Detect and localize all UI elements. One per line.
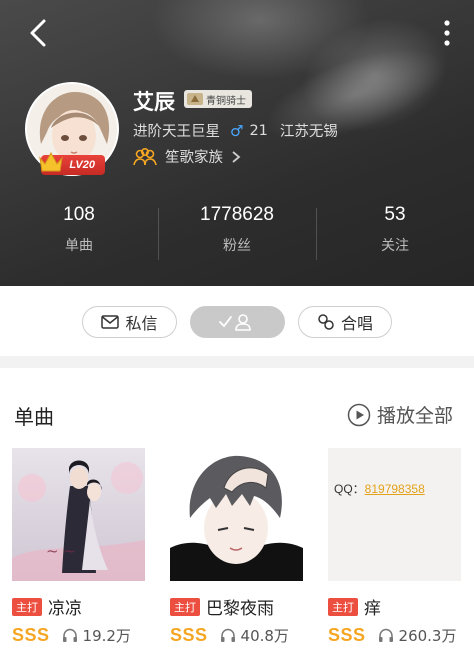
duet-icon <box>318 314 334 330</box>
svg-text:~ ~: ~ ~ <box>46 542 76 560</box>
age: 21 <box>249 122 268 139</box>
song-title-row: 主打 凉凉 <box>12 594 82 619</box>
crown-icon <box>39 151 63 172</box>
duet-button[interactable]: 合唱 <box>298 306 392 338</box>
song-title-row: 主打 巴黎夜雨 <box>170 594 274 619</box>
song-card[interactable]: QQ：819798358 主打 痒 SSS 260.3万 <box>328 448 461 645</box>
back-arrow-icon[interactable] <box>22 16 56 50</box>
stat-value: 53 <box>384 204 406 225</box>
followed-button[interactable] <box>190 306 285 338</box>
headphones-icon <box>220 628 235 642</box>
play-count: 40.8万 <box>220 625 289 646</box>
stat-songs[interactable]: 108 单曲 <box>0 204 158 264</box>
more-options-icon[interactable] <box>436 18 458 48</box>
stat-fans[interactable]: 1778628 粉丝 <box>158 204 316 264</box>
song-name[interactable]: 巴黎夜雨 <box>206 594 274 619</box>
qq-label: QQ： <box>334 482 365 496</box>
section-divider <box>0 356 474 368</box>
stat-label: 粉丝 <box>223 238 251 254</box>
featured-tag: 主打 <box>170 597 200 616</box>
family-group-icon <box>133 147 157 165</box>
headphones-icon <box>378 628 393 642</box>
song-cover[interactable]: ~ ~ <box>12 448 145 581</box>
male-gender-icon: ♂ <box>230 121 244 140</box>
song-grade: SSS <box>170 625 208 645</box>
play-all-button[interactable]: 播放全部 <box>347 401 453 428</box>
stat-label: 关注 <box>381 238 409 254</box>
song-card[interactable]: ~ ~ 主打 凉凉 SSS 19.2万 <box>12 448 145 645</box>
chevron-right-icon <box>232 150 241 163</box>
username: 艾辰 <box>133 90 175 114</box>
stat-value: 108 <box>63 204 95 225</box>
stat-following[interactable]: 53 关注 <box>316 204 474 264</box>
stat-value: 1778628 <box>200 204 274 225</box>
cover-art-anime-boy <box>170 448 303 581</box>
song-cover[interactable]: QQ：819798358 <box>328 448 461 581</box>
qq-number: 819798358 <box>364 482 425 496</box>
message-button[interactable]: 私信 <box>82 306 177 338</box>
song-name[interactable]: 凉凉 <box>48 594 82 619</box>
location: 江苏无锡 <box>279 124 338 140</box>
stat-label: 单曲 <box>65 238 93 254</box>
featured-tag: 主打 <box>12 597 42 616</box>
play-count-value: 40.8万 <box>240 627 289 645</box>
song-title-row: 主打 痒 <box>328 594 381 619</box>
headphones-icon <box>62 628 77 642</box>
cover-art-drama: ~ ~ <box>12 448 145 581</box>
song-cover[interactable] <box>170 448 303 581</box>
message-button-label: 私信 <box>125 314 158 333</box>
songs-section-title: 单曲 <box>14 405 54 429</box>
song-grade: SSS <box>328 625 366 645</box>
title-badge-label: 青铜骑士 <box>206 95 246 107</box>
play-count-value: 260.3万 <box>398 627 457 645</box>
title-badge[interactable]: 青铜骑士 <box>184 90 252 108</box>
stats-bar: 108 单曲 1778628 粉丝 53 关注 <box>0 204 474 264</box>
duet-button-label: 合唱 <box>340 314 373 333</box>
envelope-icon <box>101 315 120 329</box>
profile-meta: 进阶天王巨星 ♂ 21 江苏无锡 <box>133 120 338 141</box>
action-bar: 私信 合唱 <box>0 286 474 356</box>
play-count-value: 19.2万 <box>82 627 131 645</box>
profile-header: LV20 艾辰 青铜骑士 进阶天王巨星 ♂ 21 江苏无锡 笙歌家族 108 单… <box>0 0 474 286</box>
song-card[interactable]: 主打 巴黎夜雨 SSS 40.8万 <box>170 448 303 645</box>
play-circle-icon <box>347 403 371 426</box>
followed-check-user-icon <box>218 314 251 331</box>
play-count: 260.3万 <box>378 625 457 646</box>
play-count: 19.2万 <box>62 625 131 646</box>
featured-tag: 主打 <box>328 597 358 616</box>
family-name: 笙歌家族 <box>165 150 223 166</box>
play-all-label: 播放全部 <box>377 405 454 427</box>
family-link[interactable]: 笙歌家族 <box>133 146 241 167</box>
knight-badge-icon <box>187 93 203 105</box>
song-info-row: SSS 19.2万 <box>12 625 131 646</box>
song-info-row: SSS 40.8万 <box>170 625 289 646</box>
song-info-row: SSS 260.3万 <box>328 625 456 646</box>
cover-qq-text: QQ：819798358 <box>334 480 425 497</box>
song-name[interactable]: 痒 <box>364 594 381 619</box>
singer-rank: 进阶天王巨星 <box>133 124 220 140</box>
song-grade: SSS <box>12 625 50 645</box>
